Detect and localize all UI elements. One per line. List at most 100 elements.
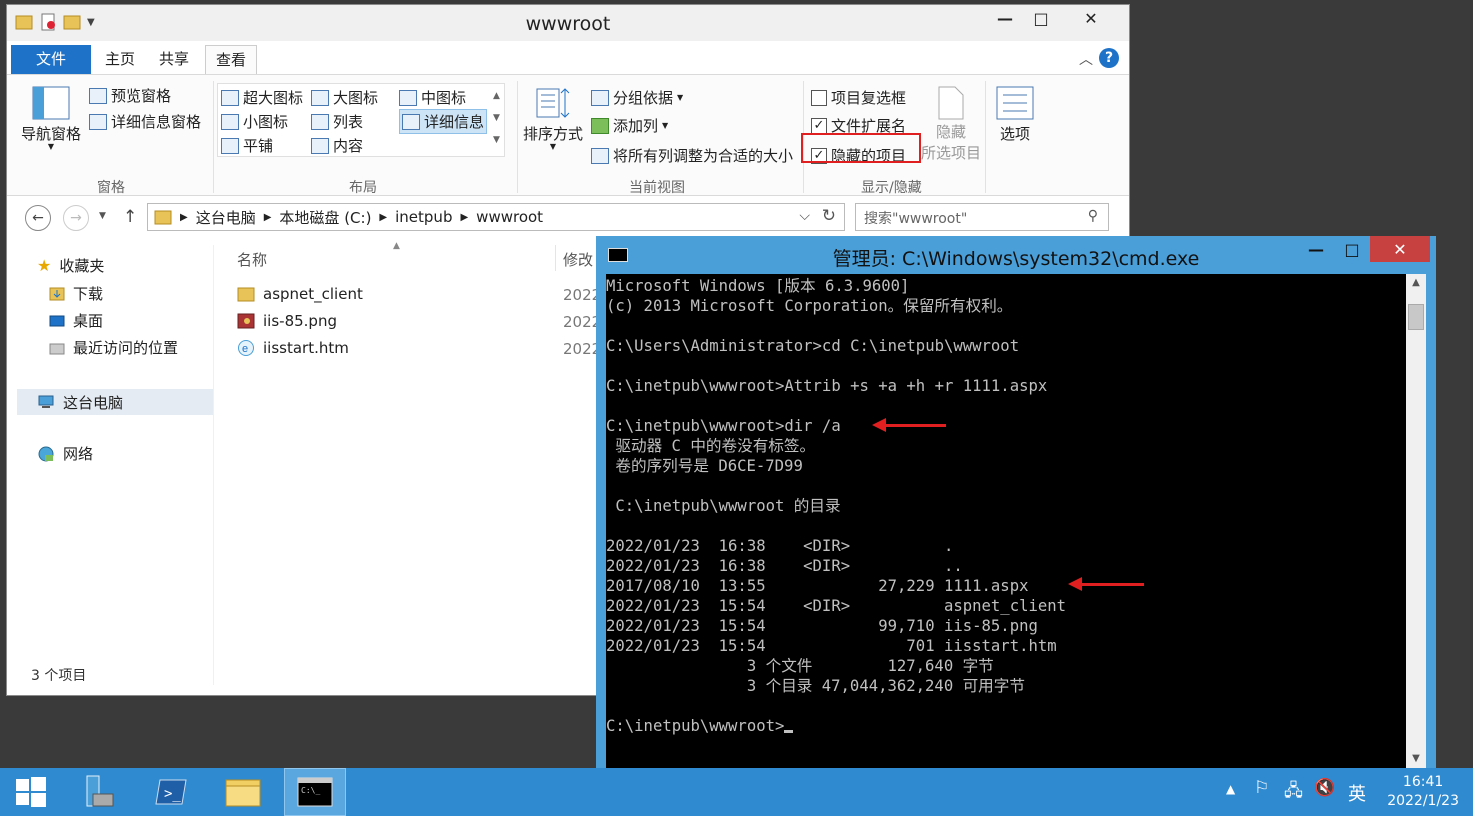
console-line: 卷的序列号是 D6CE-7D99 [606, 457, 803, 475]
column-divider[interactable] [555, 245, 556, 271]
file-row[interactable]: e iisstart.htm [237, 339, 349, 357]
address-bar[interactable]: ▶ 这台电脑 ▶ 本地磁盘 (C:) ▶ inetpub ▶ wwwroot ⌵… [147, 203, 845, 231]
column-modified[interactable]: 修改 [563, 249, 593, 270]
svg-text:C:\_: C:\_ [301, 786, 320, 795]
volume-muted-icon[interactable]: 🔇 [1314, 778, 1335, 798]
layout-tiles[interactable]: 平铺 [221, 135, 273, 156]
address-dropdown-icon[interactable]: ⌵ [799, 208, 810, 224]
show-hidden-icons-icon[interactable]: ▲ [1226, 782, 1235, 796]
breadcrumb-wwwroot[interactable]: wwwroot [476, 208, 543, 226]
flag-icon[interactable]: ⚐ [1254, 778, 1269, 798]
options-button[interactable]: 选项 [995, 85, 1035, 144]
clock[interactable]: 16:41 2022/1/23 [1387, 773, 1459, 811]
minimize-button[interactable]: — [987, 5, 1023, 31]
scroll-thumb[interactable] [1408, 304, 1424, 330]
breadcrumb-this-pc[interactable]: 这台电脑 [196, 207, 256, 228]
options-icon [996, 86, 1034, 120]
cmd-window: 管理员: C:\Windows\system32\cmd.exe — □ ✕ M… [596, 236, 1436, 784]
checkbox-checked[interactable]: ✓ [811, 117, 827, 134]
layout-medium[interactable]: 中图标 [399, 87, 466, 108]
ribbon-separator [213, 81, 214, 193]
item-checkboxes-toggle[interactable]: 项目复选框 [811, 87, 906, 108]
file-name: iisstart.htm [263, 339, 349, 357]
recent-locations-icon[interactable]: ▼ [99, 211, 106, 221]
tab-file[interactable]: 文件 [11, 45, 91, 75]
layout-list-label: 列表 [333, 113, 364, 131]
layout-content[interactable]: 内容 [311, 135, 363, 156]
details-pane-button[interactable]: 详细信息窗格 [89, 111, 201, 132]
chevron-down-icon: ▼ [677, 93, 684, 102]
scroll-down-icon[interactable]: ▼ [1406, 750, 1426, 768]
folder-icon [225, 779, 261, 807]
checkbox-unchecked[interactable] [811, 89, 827, 106]
nav-pane-button[interactable]: 导航窗格 ▼ [21, 85, 81, 151]
maximize-button[interactable]: □ [1023, 5, 1059, 31]
search-icon[interactable]: ⚲ [1088, 208, 1098, 224]
layout-small[interactable]: 小图标 [221, 111, 288, 132]
sort-by-icon [536, 88, 570, 118]
nav-pane-icon [32, 86, 70, 120]
server-manager-button[interactable] [66, 768, 128, 816]
details-pane-label: 详细信息窗格 [111, 113, 202, 131]
nav-recent[interactable]: 最近访问的位置 [49, 337, 178, 358]
cmd-maximize-button[interactable]: □ [1334, 236, 1370, 262]
start-button[interactable] [0, 768, 62, 816]
column-name[interactable]: 名称 [237, 249, 267, 270]
preview-pane-button[interactable]: 预览窗格 [89, 85, 171, 106]
explorer-titlebar[interactable]: ▼ wwwroot — □ ✕ [7, 5, 1129, 41]
nav-recent-label: 最近访问的位置 [73, 339, 179, 357]
forward-button[interactable]: → [63, 205, 89, 231]
nav-desktop[interactable]: 桌面 [49, 310, 103, 331]
layout-list[interactable]: 列表 [311, 111, 363, 132]
scroll-up-icon[interactable]: ▲ [1406, 274, 1426, 292]
size-columns-label: 将所有列调整为合适的大小 [613, 147, 794, 165]
cmd-minimize-button[interactable]: — [1298, 236, 1334, 262]
close-button[interactable]: ✕ [1059, 5, 1123, 31]
cmd-taskbar-button[interactable]: C:\_ [284, 768, 346, 816]
breadcrumb-inetpub[interactable]: inetpub [395, 208, 452, 226]
file-row[interactable]: aspnet_client [237, 285, 363, 303]
sort-by-button[interactable]: 排序方式 ▼ [523, 85, 583, 151]
ime-indicator[interactable]: 英 [1348, 780, 1366, 806]
add-columns-button[interactable]: 添加列 ▼ [591, 115, 668, 136]
chevron-down-icon: ▼ [662, 121, 669, 130]
console-scrollbar[interactable]: ▲ ▼ [1406, 274, 1426, 768]
size-columns-button[interactable]: 将所有列调整为合适的大小 [591, 145, 793, 166]
pane-divider[interactable] [213, 245, 214, 685]
ribbon-collapse-icon[interactable]: ︿ [1079, 49, 1093, 69]
add-columns-label: 添加列 [613, 117, 659, 135]
layout-extra-large[interactable]: 超大图标 [221, 87, 303, 108]
hide-selected-button[interactable]: 隐藏 所选项目 [921, 85, 981, 163]
group-by-button[interactable]: 分组依据 ▼ [591, 87, 683, 108]
gallery-scroll[interactable]: ▲ ▼ ▼ [493, 85, 500, 151]
console-output[interactable]: Microsoft Windows [版本 6.3.9600] (c) 2013 … [606, 274, 1406, 768]
layout-extra-large-label: 超大图标 [243, 89, 304, 107]
cmd-close-button[interactable]: ✕ [1370, 236, 1430, 262]
file-name: iis-85.png [263, 312, 337, 330]
layout-details[interactable]: 详细信息 [399, 109, 488, 134]
search-input[interactable]: 搜索"wwwroot" ⚲ [855, 203, 1109, 231]
file-explorer-button[interactable] [212, 768, 274, 816]
refresh-icon[interactable]: ↻ [822, 206, 836, 226]
options-label: 选项 [999, 125, 1030, 143]
breadcrumb-local-disk[interactable]: 本地磁盘 (C:) [279, 207, 371, 228]
nav-this-pc[interactable]: 这台电脑 [17, 389, 213, 415]
taskbar: >_ C:\_ ▲ ⚐ 🖧 🔇 英 16:41 2022/1/23 [0, 768, 1473, 816]
tab-share[interactable]: 共享 [149, 45, 199, 75]
cmd-titlebar[interactable]: 管理员: C:\Windows\system32\cmd.exe — □ ✕ [596, 236, 1436, 274]
help-icon[interactable]: ? [1099, 48, 1119, 68]
nav-network[interactable]: 网络 [37, 443, 93, 464]
back-button[interactable]: ← [25, 205, 51, 231]
layout-large[interactable]: 大图标 [311, 87, 378, 108]
tab-home[interactable]: 主页 [95, 45, 145, 75]
console-line: 3 个目录 47,044,362,240 可用字节 [606, 677, 1025, 695]
up-button[interactable]: ↑ [123, 207, 137, 227]
file-row[interactable]: iis-85.png [237, 312, 337, 330]
tab-view[interactable]: 查看 [205, 45, 258, 75]
nav-downloads[interactable]: 下载 [49, 283, 103, 304]
list-icon [311, 113, 329, 130]
powershell-button[interactable]: >_ [140, 768, 202, 816]
nav-favorites[interactable]: ★ 收藏夹 [37, 255, 104, 276]
network-tray-icon[interactable]: 🖧 [1284, 778, 1303, 807]
